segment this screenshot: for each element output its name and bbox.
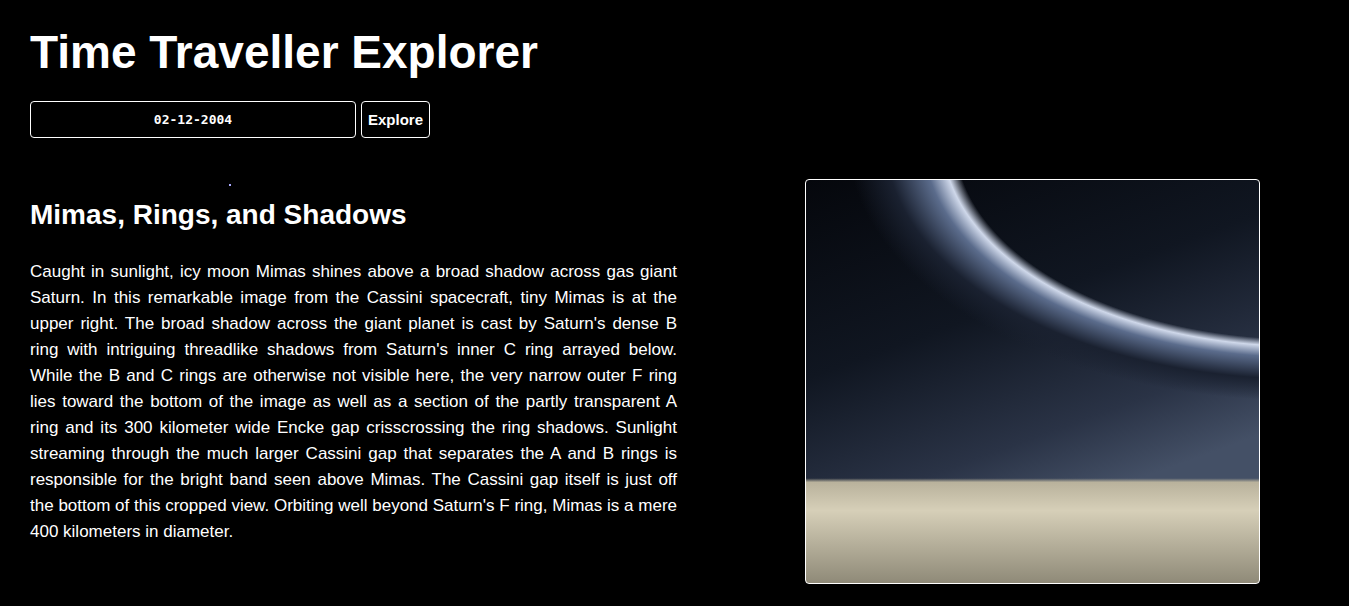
- article-description: Caught in sunlight, icy moon Mimas shine…: [30, 259, 677, 545]
- article-image: [805, 179, 1260, 584]
- page-title: Time Traveller Explorer: [30, 24, 1319, 80]
- search-form: Explore: [30, 101, 1319, 138]
- article-text: Mimas, Rings, and Shadows Caught in sunli…: [30, 179, 677, 545]
- article: Mimas, Rings, and Shadows Caught in sunli…: [30, 179, 1319, 584]
- article-title: Mimas, Rings, and Shadows: [30, 199, 677, 231]
- date-field[interactable]: [30, 101, 356, 138]
- page: Time Traveller Explorer Explore Mimas, Rin…: [0, 0, 1349, 606]
- explore-button[interactable]: Explore: [361, 101, 430, 138]
